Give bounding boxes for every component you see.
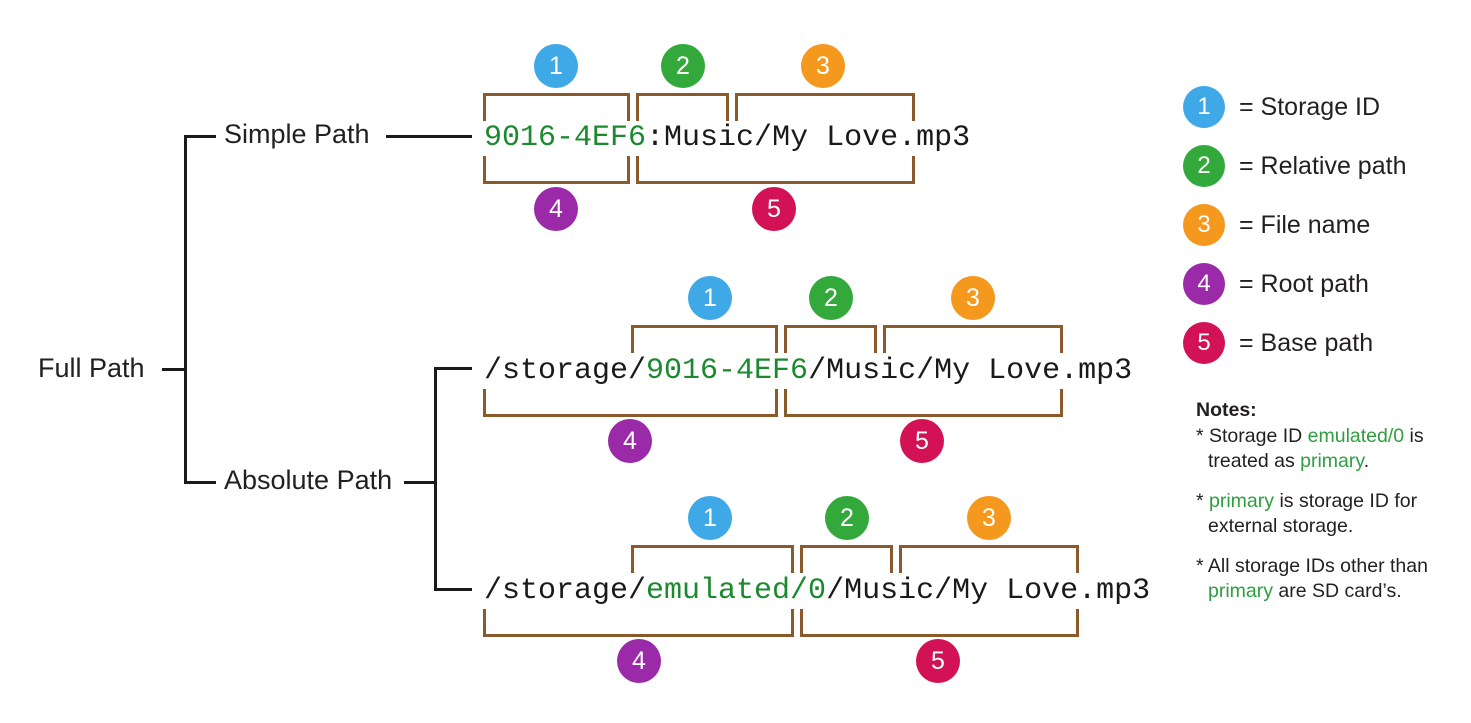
legend-label-4: = Root path xyxy=(1239,269,1369,298)
marker-3-row2: 3 xyxy=(951,276,995,320)
legend-label-5: = Base path xyxy=(1239,328,1374,357)
legend-item-4: 4 = Root path xyxy=(1183,263,1369,305)
tree-node-absolute-path: Absolute Path xyxy=(224,465,393,495)
legend-marker-3: 3 xyxy=(1183,204,1225,246)
bracket-storage-id-row3 xyxy=(631,545,794,573)
relative-path-text-row2: Music/ xyxy=(826,354,935,388)
marker-4-row2: 4 xyxy=(608,419,652,463)
legend-label-2: = Relative path xyxy=(1239,151,1407,180)
storage-id-text-row3: emulated/0 xyxy=(646,574,827,608)
note-item-2: * primary is storage ID for external sto… xyxy=(1196,489,1418,537)
marker-5-row3: 5 xyxy=(916,639,960,683)
tree-spine-main xyxy=(184,136,187,484)
bracket-relative-path-row2 xyxy=(784,325,877,353)
legend-item-5: 5 = Base path xyxy=(1183,322,1373,364)
bracket-relative-path-row3 xyxy=(800,545,893,573)
tree-root-label: Full Path xyxy=(38,353,145,383)
tree-connector-absolute-sub xyxy=(404,481,436,484)
legend-label-3: = File name xyxy=(1239,210,1371,239)
marker-1-row2: 1 xyxy=(688,276,732,320)
notes-block: Notes: * Storage ID emulated/0 is treate… xyxy=(1196,398,1458,604)
tree-connector-abs-row2 xyxy=(434,588,472,591)
notes-title: Notes: xyxy=(1196,399,1257,421)
marker-5-row2: 5 xyxy=(900,419,944,463)
tree-connector-simple xyxy=(184,135,216,138)
legend-label-1: = Storage ID xyxy=(1239,92,1381,121)
separator-text-row1: : xyxy=(646,121,665,155)
tree-node-simple-path: Simple Path xyxy=(224,119,370,149)
bracket-base-path-row1 xyxy=(636,156,915,184)
path-text-row1: 9016-4EF6:Music/My Love.mp3 xyxy=(484,123,970,153)
separator-text-row2: / xyxy=(808,354,827,388)
marker-3-row3: 3 xyxy=(967,496,1011,540)
legend-marker-2: 2 xyxy=(1183,145,1225,187)
tree-spine-absolute xyxy=(434,367,437,591)
legend-marker-4: 4 xyxy=(1183,263,1225,305)
marker-2-row2: 2 xyxy=(809,276,853,320)
file-name-text-row2: My Love.mp3 xyxy=(934,354,1133,388)
file-name-text-row1: My Love.mp3 xyxy=(772,121,971,155)
legend-marker-1: 1 xyxy=(1183,86,1225,128)
prefix-text-row2: /storage/ xyxy=(484,354,647,388)
note-item-1: * Storage ID emulated/0 is treated as pr… xyxy=(1196,424,1424,472)
marker-4-row3: 4 xyxy=(617,639,661,683)
separator-text-row3: / xyxy=(826,574,845,608)
legend-marker-5: 5 xyxy=(1183,322,1225,364)
legend-item-1: 1 = Storage ID xyxy=(1183,86,1380,128)
bracket-file-name-row2 xyxy=(883,325,1063,353)
bracket-base-path-row3 xyxy=(800,609,1079,637)
legend-item-3: 3 = File name xyxy=(1183,204,1370,246)
tree-connector-absolute xyxy=(184,481,216,484)
prefix-text-row3: /storage/ xyxy=(484,574,647,608)
marker-2-row1: 2 xyxy=(661,44,705,88)
bracket-file-name-row3 xyxy=(899,545,1079,573)
path-text-row2: /storage/9016-4EF6/Music/My Love.mp3 xyxy=(484,356,1132,386)
tree-connector-abs-row1 xyxy=(434,367,472,370)
tree-connector-root xyxy=(162,368,186,371)
bracket-storage-id-row2 xyxy=(631,325,778,353)
legend-item-2: 2 = Relative path xyxy=(1183,145,1406,187)
path-text-row3: /storage/emulated/0/Music/My Love.mp3 xyxy=(484,576,1150,606)
bracket-file-name-row1 xyxy=(735,93,915,121)
relative-path-text-row3: Music/ xyxy=(844,574,953,608)
note-item-3: * All storage IDs other than primary are… xyxy=(1196,554,1428,602)
diagram-canvas: Full Path Simple Path Absolute Path 9016… xyxy=(0,0,1471,723)
marker-1-row1: 1 xyxy=(534,44,578,88)
bracket-root-path-row1 xyxy=(483,156,630,184)
bracket-base-path-row2 xyxy=(784,389,1063,417)
tree-line-to-simple-row xyxy=(386,135,472,138)
marker-4-row1: 4 xyxy=(534,187,578,231)
bracket-relative-path-row1 xyxy=(636,93,729,121)
storage-id-text-row2: 9016-4EF6 xyxy=(646,354,809,388)
marker-1-row3: 1 xyxy=(688,496,732,540)
relative-path-text-row1: Music/ xyxy=(664,121,773,155)
marker-5-row1: 5 xyxy=(752,187,796,231)
file-name-text-row3: My Love.mp3 xyxy=(952,574,1151,608)
marker-3-row1: 3 xyxy=(801,44,845,88)
storage-id-text-row1: 9016-4EF6 xyxy=(484,121,647,155)
bracket-root-path-row3 xyxy=(483,609,794,637)
bracket-root-path-row2 xyxy=(483,389,778,417)
marker-2-row3: 2 xyxy=(825,496,869,540)
bracket-storage-id-row1 xyxy=(483,93,630,121)
